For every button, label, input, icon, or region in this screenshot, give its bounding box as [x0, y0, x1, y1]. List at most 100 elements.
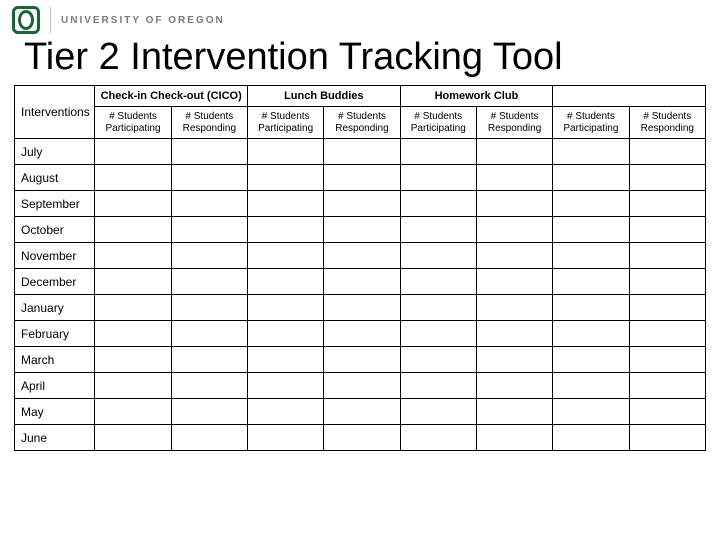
month-label: May — [15, 399, 95, 425]
data-cell — [476, 243, 552, 269]
data-cell — [400, 425, 476, 451]
data-cell — [324, 373, 400, 399]
data-cell — [95, 165, 171, 191]
data-cell — [553, 191, 629, 217]
data-cell — [400, 165, 476, 191]
data-cell — [400, 217, 476, 243]
data-cell — [629, 373, 705, 399]
table-row: June — [15, 425, 706, 451]
data-cell — [171, 425, 247, 451]
data-cell — [324, 165, 400, 191]
data-cell — [400, 139, 476, 165]
data-cell — [400, 295, 476, 321]
sub-responding-3: # Students Responding — [629, 107, 705, 139]
group-header-1: Lunch Buddies — [247, 86, 400, 107]
data-cell — [553, 295, 629, 321]
data-cell — [476, 139, 552, 165]
data-cell — [553, 139, 629, 165]
table-row: July — [15, 139, 706, 165]
data-cell — [324, 347, 400, 373]
uo-logo-icon — [12, 6, 40, 34]
data-cell — [629, 321, 705, 347]
sub-responding-1: # Students Responding — [324, 107, 400, 139]
data-cell — [629, 243, 705, 269]
month-label: October — [15, 217, 95, 243]
data-cell — [629, 269, 705, 295]
page-title: Tier 2 Intervention Tracking Tool — [24, 36, 720, 79]
month-label: February — [15, 321, 95, 347]
data-cell — [171, 269, 247, 295]
data-cell — [247, 165, 323, 191]
data-cell — [476, 165, 552, 191]
sub-participating-0: # Students Participating — [95, 107, 171, 139]
data-cell — [553, 243, 629, 269]
data-cell — [400, 347, 476, 373]
table-row: December — [15, 269, 706, 295]
data-cell — [400, 243, 476, 269]
data-cell — [553, 347, 629, 373]
data-cell — [171, 217, 247, 243]
table-row: April — [15, 373, 706, 399]
table-row: September — [15, 191, 706, 217]
data-cell — [324, 295, 400, 321]
data-cell — [400, 191, 476, 217]
month-label: April — [15, 373, 95, 399]
data-cell — [553, 399, 629, 425]
data-cell — [476, 373, 552, 399]
data-cell — [324, 321, 400, 347]
data-cell — [247, 295, 323, 321]
data-cell — [247, 139, 323, 165]
data-cell — [171, 295, 247, 321]
data-cell — [171, 373, 247, 399]
tracking-table: Interventions Check-in Check-out (CICO) … — [14, 85, 706, 451]
data-cell — [629, 139, 705, 165]
month-label: November — [15, 243, 95, 269]
group-header-0: Check-in Check-out (CICO) — [95, 86, 248, 107]
sub-participating-1: # Students Participating — [247, 107, 323, 139]
data-cell — [324, 139, 400, 165]
month-label: December — [15, 269, 95, 295]
header-divider — [50, 7, 51, 33]
data-cell — [171, 321, 247, 347]
data-cell — [247, 243, 323, 269]
data-cell — [95, 425, 171, 451]
data-cell — [95, 243, 171, 269]
sub-participating-2: # Students Participating — [400, 107, 476, 139]
month-label: September — [15, 191, 95, 217]
data-cell — [95, 295, 171, 321]
table-row: March — [15, 347, 706, 373]
university-name: UNIVERSITY OF OREGON — [61, 15, 225, 26]
data-cell — [476, 347, 552, 373]
data-cell — [95, 139, 171, 165]
data-cell — [247, 347, 323, 373]
table-row: February — [15, 321, 706, 347]
data-cell — [171, 399, 247, 425]
page-header: UNIVERSITY OF OREGON — [0, 0, 720, 36]
data-cell — [400, 269, 476, 295]
group-header-3 — [553, 86, 706, 107]
data-cell — [95, 191, 171, 217]
data-cell — [553, 217, 629, 243]
data-cell — [324, 191, 400, 217]
data-cell — [553, 269, 629, 295]
data-cell — [247, 399, 323, 425]
data-cell — [629, 191, 705, 217]
sub-responding-2: # Students Responding — [476, 107, 552, 139]
data-cell — [400, 373, 476, 399]
data-cell — [95, 399, 171, 425]
data-cell — [247, 425, 323, 451]
data-cell — [400, 399, 476, 425]
data-cell — [476, 191, 552, 217]
data-cell — [553, 321, 629, 347]
data-cell — [247, 321, 323, 347]
data-cell — [400, 321, 476, 347]
data-cell — [476, 217, 552, 243]
data-cell — [247, 217, 323, 243]
data-cell — [629, 425, 705, 451]
data-cell — [553, 425, 629, 451]
data-cell — [324, 243, 400, 269]
data-cell — [171, 139, 247, 165]
table-row: October — [15, 217, 706, 243]
data-cell — [171, 191, 247, 217]
data-cell — [553, 165, 629, 191]
